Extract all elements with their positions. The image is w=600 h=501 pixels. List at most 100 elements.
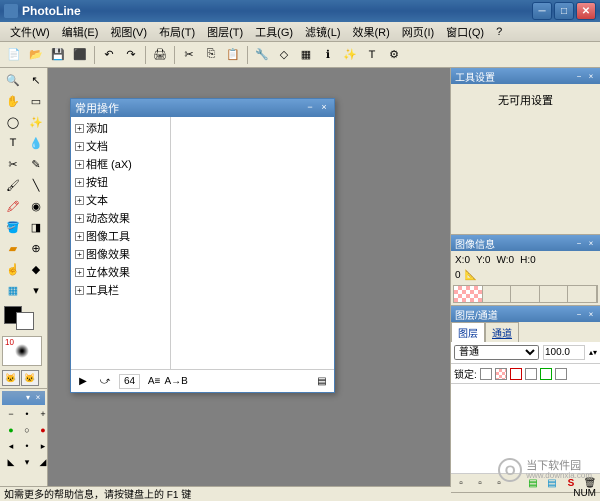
lock-green-icon[interactable]	[540, 368, 552, 380]
actions-mode-a-icon[interactable]: A≡	[146, 374, 162, 390]
tree-item[interactable]: +按钮	[73, 173, 168, 191]
panel-min-icon[interactable]: −	[574, 310, 584, 319]
close-button[interactable]: ✕	[576, 2, 596, 20]
lock-extra-icon[interactable]	[555, 368, 567, 380]
expand-icon[interactable]: +	[75, 286, 84, 295]
menu-file[interactable]: 文件(W)	[4, 22, 56, 42]
tree-item[interactable]: +动态效果	[73, 209, 168, 227]
panel-close-icon[interactable]: ×	[586, 310, 596, 319]
expand-icon[interactable]: +	[75, 232, 84, 241]
tool-paint-icon[interactable]: 🖍	[2, 196, 24, 216]
menu-layout[interactable]: 布局(T)	[153, 22, 201, 42]
actions-panel-close-icon[interactable]: ×	[318, 102, 330, 114]
sym-bm-icon[interactable]: ▾	[20, 455, 34, 469]
tool-fill-icon[interactable]: 🪣	[2, 217, 24, 237]
lock-all-icon[interactable]	[480, 368, 492, 380]
actions-menu-icon[interactable]: ▤	[314, 374, 330, 390]
tree-item[interactable]: +立体效果	[73, 263, 168, 281]
tab-channels[interactable]: 通道	[485, 322, 519, 342]
toolbar-save-icon[interactable]: 💾	[48, 45, 68, 65]
tool-pointer-icon[interactable]: ↖	[25, 70, 47, 90]
tool-shape-icon[interactable]: ◆	[25, 259, 47, 279]
sym-bl-icon[interactable]: ◣	[4, 455, 18, 469]
toolbar-new-icon[interactable]: 📄	[4, 45, 24, 65]
tool-brush-icon[interactable]: 🖌	[2, 175, 24, 195]
menu-help[interactable]: ?	[490, 24, 508, 40]
actions-play-icon[interactable]: ▶	[75, 374, 91, 390]
toolbar-copy-icon[interactable]: ⎘	[201, 45, 221, 65]
toolbar-print-icon[interactable]: 🖨	[150, 45, 170, 65]
toolbar-shapes-icon[interactable]: ◇	[274, 45, 294, 65]
tree-item[interactable]: +相框 (aX)	[73, 155, 168, 173]
actions-size-field[interactable]: 64	[119, 374, 140, 389]
sym-dot2-icon[interactable]: ○	[20, 423, 34, 437]
expand-icon[interactable]: +	[75, 196, 84, 205]
panel-min-icon[interactable]: −	[574, 72, 584, 81]
tool-clone-icon[interactable]: ⊕	[25, 238, 47, 258]
actions-step-icon[interactable]: ⤻	[97, 374, 113, 390]
tool-wand-icon[interactable]: ✨	[25, 112, 47, 132]
toolbar-text-icon[interactable]: T	[362, 45, 382, 65]
menu-edit[interactable]: 编辑(E)	[56, 22, 105, 42]
tool-lasso-icon[interactable]: ◯	[2, 112, 24, 132]
maximize-button[interactable]: □	[554, 2, 574, 20]
tool-line-icon[interactable]: ╲	[25, 175, 47, 195]
tool-zoom-icon[interactable]: 🔍	[2, 70, 24, 90]
tool-mesh-icon[interactable]: ▦	[2, 280, 24, 300]
sym-minus-icon[interactable]: −	[4, 407, 18, 421]
canvas-area[interactable]: 常用操作 − × +添加 +文档 +相框 (aX) +按钮 +文本 +动态效果 …	[48, 68, 450, 486]
tree-item[interactable]: +文档	[73, 137, 168, 155]
tool-crop-icon[interactable]: ✂	[2, 154, 24, 174]
tree-item[interactable]: +工具栏	[73, 281, 168, 299]
cat-btn-2-icon[interactable]: 🐱	[21, 370, 39, 386]
tool-hand-icon[interactable]: ✋	[2, 91, 24, 111]
toolbar-cut-icon[interactable]: ✂	[179, 45, 199, 65]
sym-left-icon[interactable]: ◂	[4, 439, 18, 453]
tool-eyedrop-icon[interactable]: 💧	[25, 133, 47, 153]
opacity-field[interactable]	[543, 345, 585, 360]
info-swatch-1[interactable]	[454, 286, 483, 302]
blend-mode-select[interactable]: 普通	[454, 345, 539, 360]
panel-min-icon[interactable]: −	[574, 239, 584, 248]
sym-dot-icon[interactable]: •	[20, 407, 34, 421]
tab-layers[interactable]: 图层	[451, 322, 485, 342]
actions-panel-min-icon[interactable]: −	[304, 102, 316, 114]
toolbar-layers-icon[interactable]: ▦	[296, 45, 316, 65]
panel-close-icon[interactable]: ×	[586, 72, 596, 81]
toolbar-paste-icon[interactable]: 📋	[223, 45, 243, 65]
opacity-spinner-icon[interactable]: ▴▾	[589, 348, 597, 357]
menu-filter[interactable]: 滤镜(L)	[299, 22, 346, 42]
tool-gradient-icon[interactable]: ◨	[25, 217, 47, 237]
panel-close-icon[interactable]: ×	[586, 239, 596, 248]
actions-mode-b-icon[interactable]: A→B	[168, 374, 184, 390]
expand-icon[interactable]: +	[75, 268, 84, 277]
menu-tool[interactable]: 工具(G)	[249, 22, 299, 42]
tool-text-icon[interactable]: T	[2, 133, 24, 153]
tree-item[interactable]: +文本	[73, 191, 168, 209]
menu-effect[interactable]: 效果(R)	[347, 22, 396, 42]
minimize-button[interactable]: ─	[532, 2, 552, 20]
tool-more-icon[interactable]: ▾	[25, 280, 47, 300]
toolbar-fx-icon[interactable]: ✨	[340, 45, 360, 65]
info-swatch-3[interactable]	[511, 286, 540, 302]
sym-mid-icon[interactable]: •	[20, 439, 34, 453]
tool-marquee-icon[interactable]: ▭	[25, 91, 47, 111]
info-swatch-4[interactable]	[540, 286, 569, 302]
info-swatch-2[interactable]	[483, 286, 512, 302]
menu-web[interactable]: 网页(I)	[396, 22, 440, 42]
lock-paint-icon[interactable]	[510, 368, 522, 380]
lock-move-icon[interactable]	[525, 368, 537, 380]
toolbar-redo-icon[interactable]: ↷	[121, 45, 141, 65]
expand-icon[interactable]: +	[75, 160, 84, 169]
expand-icon[interactable]: +	[75, 250, 84, 259]
tree-item[interactable]: +添加	[73, 119, 168, 137]
tool-smudge-icon[interactable]: ☝	[2, 259, 24, 279]
panel-min-icon[interactable]: ▾	[23, 393, 33, 403]
toolbar-undo-icon[interactable]: ↶	[99, 45, 119, 65]
toolbar-open-icon[interactable]: 📂	[26, 45, 46, 65]
color-swatches[interactable]	[4, 306, 43, 330]
expand-icon[interactable]: +	[75, 214, 84, 223]
tree-item[interactable]: +图像工具	[73, 227, 168, 245]
actions-panel-header[interactable]: 常用操作 − ×	[71, 99, 334, 117]
tool-eraser-icon[interactable]: ▰	[2, 238, 24, 258]
